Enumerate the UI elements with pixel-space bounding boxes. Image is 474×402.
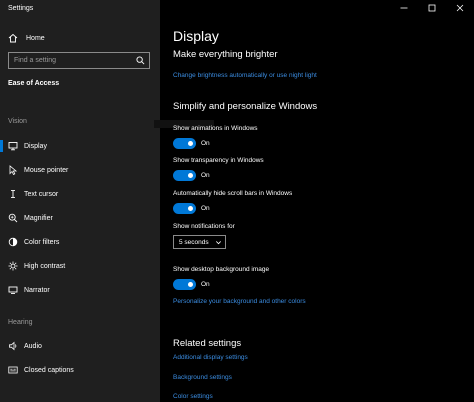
sidebar-item-label: Closed captions [24,366,74,374]
search-placeholder: Find a setting [14,57,57,64]
mouse-pointer-icon [9,165,18,175]
sidebar-item-color-filters[interactable]: Color filters [0,234,160,250]
animations-toggle[interactable] [173,138,196,149]
animations-state: On [201,140,210,147]
background-state: On [201,281,210,288]
transparency-label: Show transparency in Windows [173,157,264,164]
toggle-knob [188,282,193,287]
magnifier-icon [8,213,18,223]
text-cursor-icon [11,190,15,198]
display-icon [8,142,18,151]
transparency-toggle[interactable] [173,170,196,181]
simplify-heading: Simplify and personalize Windows [173,101,318,112]
background-label: Show desktop background image [173,266,270,273]
related-link-color[interactable]: Color settings [173,393,213,400]
toggle-knob [188,173,193,178]
sidebar-item-closed-captions[interactable]: Closed captions [0,362,160,378]
sidebar-item-label: High contrast [24,262,66,270]
home-label: Home [26,34,45,42]
minimize-icon [400,7,408,9]
notifications-value: 5 seconds [179,239,209,246]
hearing-group-label: Hearing [8,319,33,326]
sidebar: Settings Home Find a setting Ease of Acc… [0,0,160,402]
vision-group-label: Vision [8,118,27,125]
closed-captions-icon [8,366,18,374]
narrator-icon [8,286,18,294]
transparency-state: On [201,172,210,179]
sidebar-item-display[interactable]: Display [0,138,160,154]
high-contrast-icon [8,261,18,271]
related-settings-heading: Related settings [173,338,242,349]
sidebar-item-label: Narrator [24,286,50,294]
sidebar-item-magnifier[interactable]: Magnifier [0,210,160,226]
scrollbars-label: Automatically hide scroll bars in Window… [173,190,293,197]
animations-label: Show animations in Windows [173,125,258,132]
sidebar-item-mouse-pointer[interactable]: Mouse pointer [0,162,160,178]
close-button[interactable] [446,0,474,16]
close-icon [456,4,464,12]
scrollbars-toggle[interactable] [173,203,196,214]
brighter-heading: Make everything brighter [173,49,278,60]
toggle-knob [188,206,193,211]
scrollbars-state: On [201,205,210,212]
notifications-dropdown[interactable]: 5 seconds [173,235,226,249]
home-icon [8,33,18,43]
chevron-down-icon [216,241,221,245]
sidebar-item-high-contrast[interactable]: High contrast [0,258,160,274]
page-title: Display [173,28,219,44]
audio-icon [9,341,17,351]
window-title: Settings [8,5,34,12]
sidebar-item-label: Magnifier [24,214,53,222]
sidebar-item-text-cursor[interactable]: Text cursor [0,186,160,202]
toggle-knob [188,141,193,146]
search-icon[interactable] [136,56,145,65]
section-title: Ease of Access [8,80,60,87]
personalize-link[interactable]: Personalize your background and other co… [173,298,306,305]
background-toggle[interactable] [173,279,196,290]
notifications-label: Show notifications for [173,223,235,230]
sidebar-item-label: Text cursor [24,190,59,198]
color-filters-icon [8,237,18,247]
maximize-icon [428,4,436,12]
related-link-display[interactable]: Additional display settings [173,354,248,361]
search-input[interactable]: Find a setting [8,52,150,69]
sidebar-item-label: Display [24,142,47,150]
main-content: Display Make everything brighter Change … [154,0,474,402]
sidebar-item-label: Color filters [24,238,60,246]
brightness-link[interactable]: Change brightness automatically or use n… [173,72,317,79]
sidebar-item-audio[interactable]: Audio [0,338,160,354]
sidebar-item-label: Mouse pointer [24,166,69,174]
maximize-button[interactable] [418,0,446,16]
window-controls [390,0,474,16]
sidebar-item-narrator[interactable]: Narrator [0,282,160,298]
home-nav-item[interactable]: Home [8,31,45,45]
sidebar-item-label: Audio [24,342,42,350]
related-link-background[interactable]: Background settings [173,374,232,381]
minimize-button[interactable] [390,0,418,16]
